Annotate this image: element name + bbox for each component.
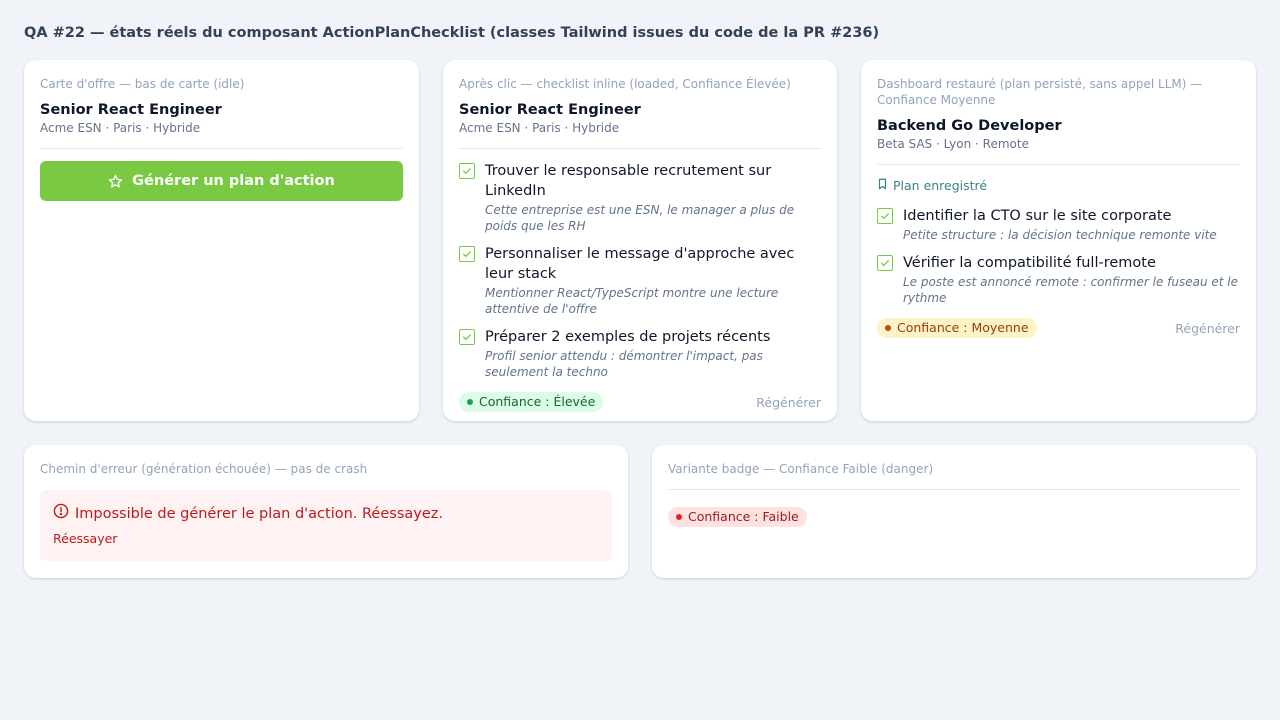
divider	[459, 148, 821, 149]
error-card: Chemin d'erreur (génération échouée) — p…	[24, 445, 628, 578]
job-meta: Acme ESN · Paris · Hybride	[459, 121, 620, 135]
confidence-badge-low: Confiance : Faible	[668, 507, 807, 527]
job-title: Backend Go Developer	[877, 118, 1062, 134]
card-caption: Carte d'offre — bas de carte (idle)	[40, 77, 245, 91]
item-text: Vérifier la compatibilité full-remote	[903, 255, 1156, 271]
confidence-badge-medium: Confiance : Moyenne	[877, 318, 1037, 338]
checkbox[interactable]	[459, 246, 475, 262]
check-icon	[881, 260, 889, 266]
check-icon	[463, 168, 471, 174]
item-note: Le poste est annoncé remote : confirmer …	[903, 275, 1239, 305]
job-meta: Acme ESN · Paris · Hybride	[40, 121, 201, 135]
checklist-item: Identifier la CTO sur le site corporate …	[877, 206, 1240, 243]
item-note: Mentionner React/TypeScript montre une l…	[485, 286, 779, 316]
restored-card: Dashboard restauré (plan persisté, sans …	[861, 60, 1256, 421]
divider	[668, 489, 1240, 490]
idle-card: Carte d'offre — bas de carte (idle) Seni…	[24, 60, 419, 421]
error-alert: Impossible de générer le plan d'action. …	[40, 490, 612, 561]
divider	[877, 164, 1240, 165]
checkbox[interactable]	[459, 329, 475, 345]
item-note: Cette entreprise est une ESN, le manager…	[485, 203, 795, 233]
retry-button[interactable]: Réessayer	[53, 531, 117, 546]
checkbox[interactable]	[877, 208, 893, 224]
page-title: QA #22 — états réels du composant Action…	[24, 25, 880, 41]
saved-label: Plan enregistré	[893, 178, 988, 193]
divider	[40, 148, 403, 149]
confidence-badge-high: Confiance : Élevée	[459, 392, 604, 412]
item-note: Petite structure : la décision technique…	[903, 228, 1217, 242]
check-icon	[463, 251, 471, 257]
checkbox[interactable]	[459, 163, 475, 179]
badge-variant-card: Variante badge — Confiance Faible (dange…	[652, 445, 1256, 578]
card-caption: Après clic — checklist inline (loaded, C…	[459, 77, 791, 91]
check-icon	[463, 334, 471, 340]
loaded-card: Après clic — checklist inline (loaded, C…	[443, 60, 837, 421]
generate-plan-label: Générer un plan d'action	[132, 173, 335, 189]
checklist: Identifier la CTO sur le site corporate …	[877, 206, 1240, 306]
generate-plan-button[interactable]: Générer un plan d'action	[40, 161, 403, 201]
saved-indicator: Plan enregistré	[877, 178, 1240, 194]
card-footer: Confiance : Moyenne Régénérer	[877, 318, 1240, 338]
checklist-item: Personnaliser le message d'approche avec…	[459, 244, 821, 317]
badge-label: Confiance : Élevée	[479, 394, 596, 409]
item-text: Identifier la CTO sur le site corporate	[903, 208, 1172, 224]
checklist-item: Vérifier la compatibilité full-remote Le…	[877, 253, 1240, 306]
item-text: Préparer 2 exemples de projets récents	[485, 329, 771, 345]
item-note: Profil senior attendu : démontrer l'impa…	[485, 349, 763, 379]
badge-label: Confiance : Faible	[688, 509, 799, 524]
item-text: Personnaliser le message d'approche avec…	[485, 246, 795, 282]
card-caption: Variante badge — Confiance Faible (dange…	[668, 462, 934, 476]
regenerate-button[interactable]: Régénérer	[1175, 321, 1240, 336]
checkbox[interactable]	[877, 255, 893, 271]
checklist-item: Préparer 2 exemples de projets récents P…	[459, 327, 821, 380]
status-dot	[885, 325, 891, 331]
alert-circle-icon	[53, 503, 69, 525]
item-text: Trouver le responsable recrutement sur L…	[485, 163, 772, 199]
check-icon	[881, 213, 889, 219]
job-title: Senior React Engineer	[459, 102, 641, 118]
bookmark-icon	[877, 178, 888, 194]
card-caption: Dashboard restauré (plan persisté, sans …	[877, 77, 1203, 107]
star-icon	[108, 174, 123, 189]
card-caption: Chemin d'erreur (génération échouée) — p…	[40, 462, 368, 476]
card-footer: Confiance : Élevée Régénérer	[459, 392, 821, 412]
badge-label: Confiance : Moyenne	[897, 320, 1029, 335]
checklist-item: Trouver le responsable recrutement sur L…	[459, 161, 821, 234]
checklist: Trouver le responsable recrutement sur L…	[459, 161, 821, 380]
job-meta: Beta SAS · Lyon · Remote	[877, 137, 1029, 151]
job-title: Senior React Engineer	[40, 102, 222, 118]
error-message: Impossible de générer le plan d'action. …	[75, 506, 443, 522]
regenerate-button[interactable]: Régénérer	[756, 395, 821, 410]
status-dot	[676, 514, 682, 520]
status-dot	[467, 399, 473, 405]
